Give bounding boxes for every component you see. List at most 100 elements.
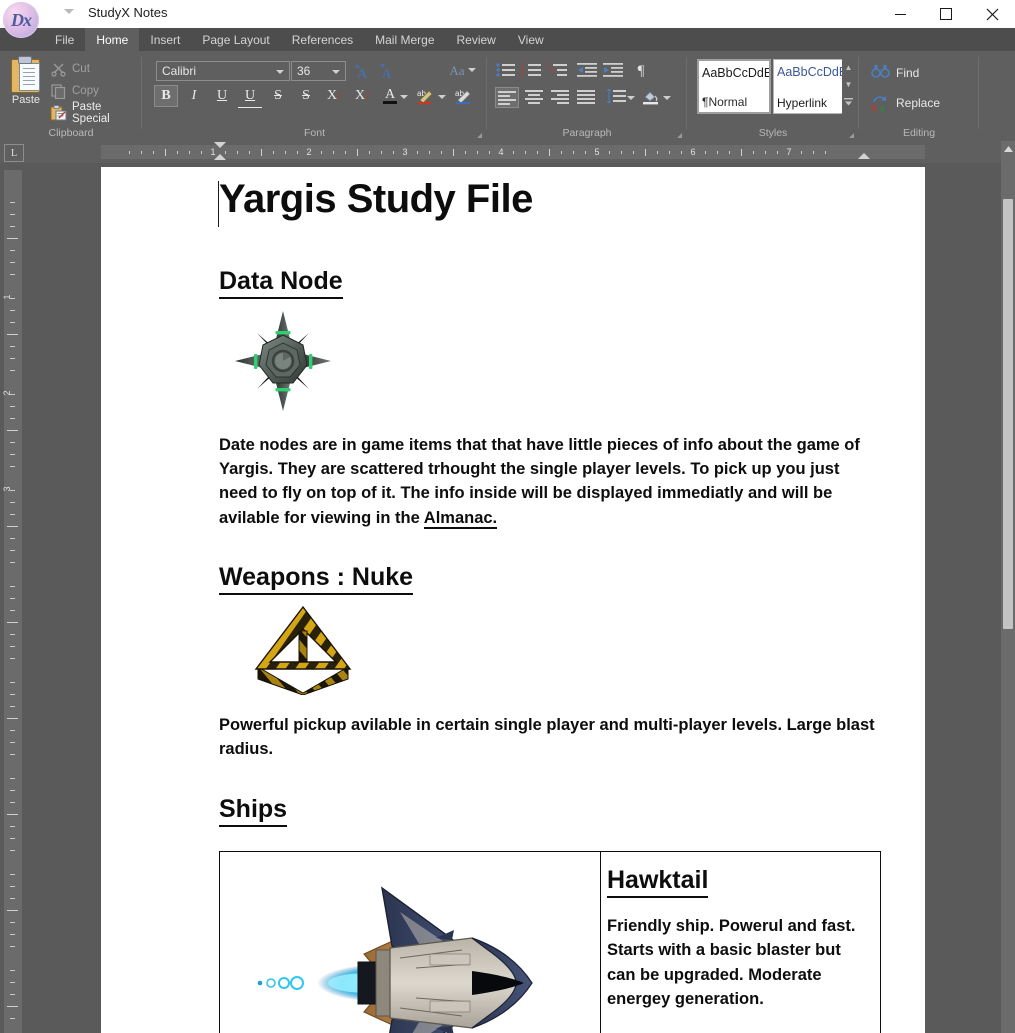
italic-button[interactable]: I bbox=[182, 85, 206, 107]
font-dialog-launcher[interactable] bbox=[477, 133, 482, 138]
ruler-tick bbox=[537, 151, 538, 154]
numbering-button[interactable]: 1 2 3 bbox=[521, 61, 545, 82]
vertical-ruler-tick bbox=[10, 370, 15, 371]
copy-button[interactable]: Copy bbox=[50, 81, 99, 101]
tab-insert[interactable]: Insert bbox=[139, 28, 191, 51]
left-indent-marker[interactable] bbox=[214, 154, 226, 160]
strikethrough-label: S bbox=[274, 88, 282, 104]
table-cell-ship-image[interactable] bbox=[220, 852, 601, 1033]
ruler-tick bbox=[357, 149, 358, 156]
tab-file[interactable]: File bbox=[44, 28, 85, 51]
vertical-ruler-tick bbox=[10, 598, 15, 599]
style-item-normal[interactable]: AaBbCcDdE ¶Normal bbox=[697, 59, 771, 114]
vertical-scrollbar[interactable] bbox=[1001, 141, 1015, 1033]
style-item-hyperlink[interactable]: AaBbCcDdE Hyperlink bbox=[773, 59, 847, 114]
show-formatting-marks-button[interactable]: ¶ bbox=[629, 61, 653, 82]
tab-stop-selector[interactable]: L bbox=[4, 144, 24, 162]
nuke-pickup-image[interactable] bbox=[252, 605, 879, 700]
change-case-button[interactable]: Aa bbox=[442, 61, 472, 81]
tab-references[interactable]: References bbox=[281, 28, 364, 51]
ships-table[interactable]: Hawktail Friendly ship. Powerul and fast… bbox=[219, 851, 881, 1033]
align-left-button[interactable] bbox=[495, 87, 519, 108]
double-strikethrough-button[interactable]: S bbox=[294, 85, 318, 107]
cut-button[interactable]: Cut bbox=[50, 59, 90, 79]
strikethrough-button[interactable]: S bbox=[266, 85, 290, 107]
document-page[interactable]: Yargis Study File Data Node bbox=[101, 167, 925, 1033]
justify-icon bbox=[577, 89, 597, 105]
decrease-indent-button[interactable] bbox=[577, 61, 601, 82]
grow-font-button[interactable]: A bbox=[351, 61, 373, 81]
tab-review[interactable]: Review bbox=[446, 28, 507, 51]
font-size-combo[interactable]: 36 bbox=[291, 61, 346, 81]
styles-scroll-down-button[interactable]: ▼ bbox=[842, 76, 855, 93]
table-cell-ship-info[interactable]: Hawktail Friendly ship. Powerul and fast… bbox=[601, 852, 880, 1033]
styles-dialog-launcher[interactable] bbox=[849, 133, 854, 138]
bullets-button[interactable] bbox=[495, 61, 519, 82]
shading-chevron-down-icon[interactable] bbox=[663, 96, 671, 100]
ruler-tick bbox=[201, 151, 202, 154]
shrink-font-button[interactable]: A bbox=[376, 61, 398, 81]
bold-button[interactable]: B bbox=[154, 85, 178, 107]
vertical-ruler[interactable]: 123 bbox=[4, 170, 22, 1033]
app-logo-icon[interactable]: Dx bbox=[3, 2, 39, 38]
ruler-tick bbox=[297, 151, 298, 154]
subscript-button[interactable]: X2 bbox=[350, 85, 374, 107]
ruler-tick bbox=[513, 151, 514, 154]
first-line-indent-marker[interactable] bbox=[214, 142, 226, 148]
change-case-label: Aa bbox=[449, 63, 464, 79]
align-right-button[interactable] bbox=[549, 87, 573, 108]
tab-mail-merge[interactable]: Mail Merge bbox=[364, 28, 445, 51]
ruler-tick bbox=[381, 151, 382, 154]
close-button[interactable] bbox=[969, 0, 1015, 28]
maximize-button[interactable] bbox=[923, 0, 969, 28]
highlight-button[interactable]: ab bbox=[414, 85, 438, 107]
ruler-tick bbox=[561, 151, 562, 154]
scrollbar-thumb[interactable] bbox=[1003, 199, 1013, 629]
data-node-icon bbox=[233, 309, 333, 414]
horizontal-ruler[interactable]: L 1234567 bbox=[0, 141, 1015, 163]
quick-access-toolbar-chevron-down-icon[interactable] bbox=[64, 9, 74, 14]
increase-indent-button[interactable] bbox=[603, 61, 627, 82]
data-node-image[interactable] bbox=[233, 309, 879, 419]
ruler-tick bbox=[573, 151, 574, 154]
find-button[interactable]: Find bbox=[871, 61, 919, 85]
document-content[interactable]: Yargis Study File Data Node bbox=[219, 177, 879, 1033]
tab-view[interactable]: View bbox=[507, 28, 555, 51]
paste-button[interactable]: Paste bbox=[6, 56, 46, 106]
font-color-label: A bbox=[385, 89, 395, 101]
almanac-link[interactable]: Almanac. bbox=[424, 509, 497, 529]
superscript-button[interactable]: X2 bbox=[322, 85, 346, 107]
minimize-button[interactable] bbox=[877, 0, 923, 28]
line-spacing-button[interactable] bbox=[605, 87, 629, 108]
font-color-chevron-down-icon[interactable] bbox=[400, 95, 408, 99]
underline-button[interactable]: U bbox=[210, 85, 234, 107]
double-underline-button[interactable]: U bbox=[238, 85, 262, 108]
styles-scroll[interactable]: ▲ ▼ bbox=[842, 59, 855, 114]
font-name-combo[interactable]: Calibri bbox=[156, 61, 290, 81]
justify-button[interactable] bbox=[575, 87, 599, 108]
vertical-ruler-tick bbox=[10, 442, 15, 443]
numbered-list-icon: 1 2 3 bbox=[521, 61, 543, 79]
styles-more-button[interactable] bbox=[842, 93, 855, 110]
clear-formatting-button[interactable]: ab bbox=[452, 85, 476, 107]
multilevel-list-button[interactable]: 1 a bbox=[547, 61, 571, 82]
replace-button[interactable]: A a Replace bbox=[871, 91, 940, 115]
document-canvas[interactable]: Yargis Study File Data Node bbox=[26, 163, 1003, 1033]
vertical-ruler-tick bbox=[10, 646, 15, 647]
font-color-button[interactable]: A bbox=[378, 85, 402, 107]
right-indent-marker[interactable] bbox=[858, 153, 870, 159]
shading-button[interactable] bbox=[639, 87, 663, 108]
paste-special-button[interactable]: Paste Special bbox=[50, 103, 142, 123]
ribbon-group-font: Calibri 36 A A Aa bbox=[142, 51, 487, 141]
tab-page-layout[interactable]: Page Layout bbox=[191, 28, 280, 51]
paragraph-dialog-launcher[interactable] bbox=[677, 133, 682, 138]
line-spacing-chevron-down-icon[interactable] bbox=[627, 96, 635, 100]
tab-home[interactable]: Home bbox=[85, 28, 139, 51]
style-name-label: Normal bbox=[708, 95, 747, 109]
styles-scroll-up-button[interactable]: ▲ bbox=[842, 59, 855, 76]
highlight-chevron-down-icon[interactable] bbox=[438, 95, 446, 99]
ruler-tick bbox=[549, 149, 550, 156]
scroll-up-button[interactable] bbox=[1001, 141, 1015, 157]
replace-label: Replace bbox=[896, 96, 940, 110]
align-center-button[interactable] bbox=[523, 87, 547, 108]
